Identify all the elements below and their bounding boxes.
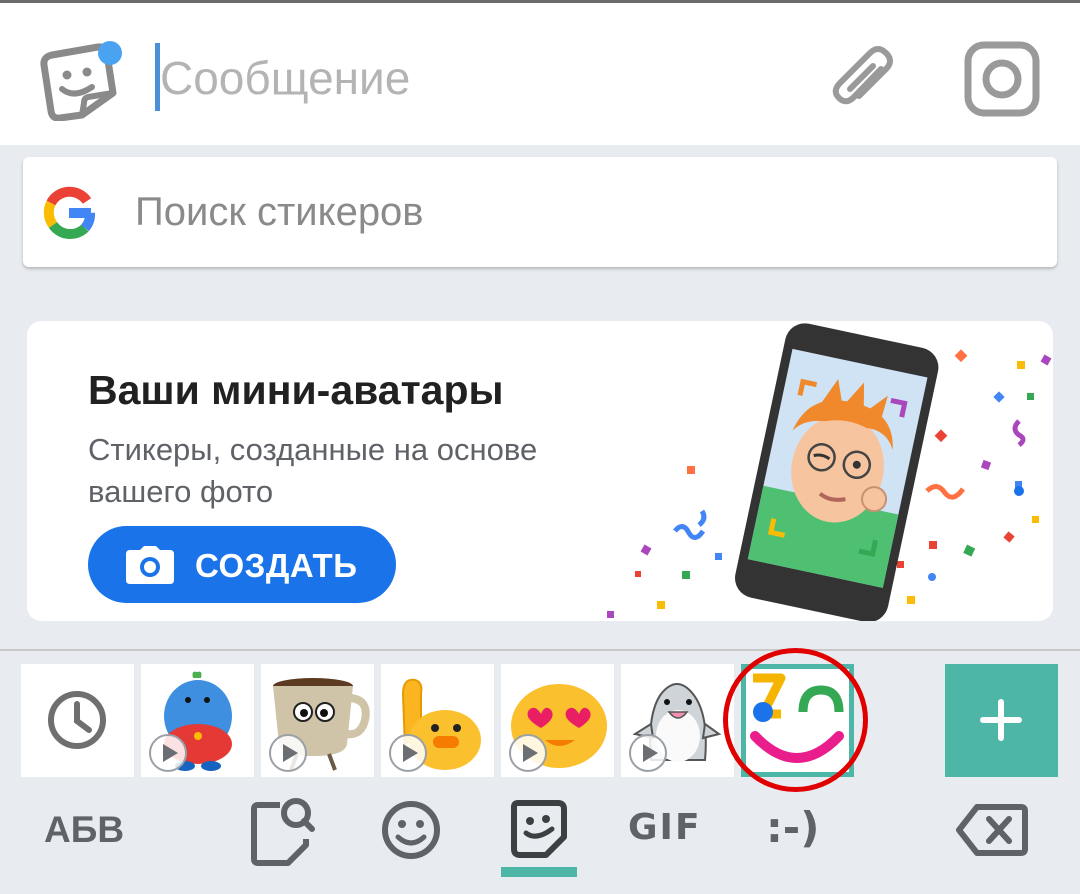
sticker-pack-mini-avatars[interactable] (741, 664, 854, 777)
instagram-camera-icon[interactable] (962, 41, 1042, 117)
sticker-tab-icon[interactable] (508, 797, 570, 859)
create-avatar-button[interactable]: СОЗДАТЬ (88, 526, 396, 603)
camera-icon (126, 546, 174, 584)
message-input[interactable] (160, 43, 760, 113)
sticker-search-box[interactable] (23, 157, 1057, 267)
mini-avatars-promo-card: Ваши мини-аватары Стикеры, созданные на … (27, 321, 1053, 621)
sticker-search-icon[interactable] (250, 795, 316, 867)
sticker-pack-coffee-cup[interactable] (261, 664, 374, 777)
avatar-phone-illustration (587, 321, 1053, 621)
emoji-smile-icon[interactable] (380, 799, 442, 861)
keyboard-category-bar: АБВ GIF :-) (0, 785, 1080, 894)
add-sticker-pack-button[interactable] (945, 664, 1058, 777)
tray-divider (0, 649, 1080, 651)
keyboard-abc-button[interactable]: АБВ (44, 809, 124, 851)
sticker-search-input[interactable] (135, 181, 1015, 243)
create-button-label: СОЗДАТЬ (195, 547, 358, 584)
play-icon (149, 734, 187, 772)
promo-subtitle: Стикеры, созданные на основе вашего фото (88, 432, 538, 509)
gif-tab[interactable]: GIF (628, 807, 702, 848)
play-icon (509, 734, 547, 772)
play-icon (389, 734, 427, 772)
paperclip-icon[interactable] (826, 41, 900, 117)
promo-title: Ваши мини-аватары (88, 367, 504, 413)
compose-bar (0, 3, 1080, 145)
google-g-icon (41, 185, 97, 241)
sticker-pack-blue-creature[interactable] (141, 664, 254, 777)
play-icon (269, 734, 307, 772)
plus-icon (980, 699, 1022, 741)
active-tab-indicator (501, 867, 577, 877)
sticker-smile-icon[interactable] (40, 41, 126, 122)
sticker-pack-blob-flex[interactable] (381, 664, 494, 777)
sticker-pack-blob-heart-eyes[interactable] (501, 664, 614, 777)
mini-avatars-icon (746, 669, 849, 772)
play-icon (629, 734, 667, 772)
backspace-icon[interactable] (955, 803, 1029, 857)
emoticon-tab[interactable]: :-) (766, 803, 819, 852)
clock-icon (48, 691, 106, 749)
sticker-pack-shark[interactable] (621, 664, 734, 777)
recent-stickers-tab[interactable] (21, 664, 134, 777)
